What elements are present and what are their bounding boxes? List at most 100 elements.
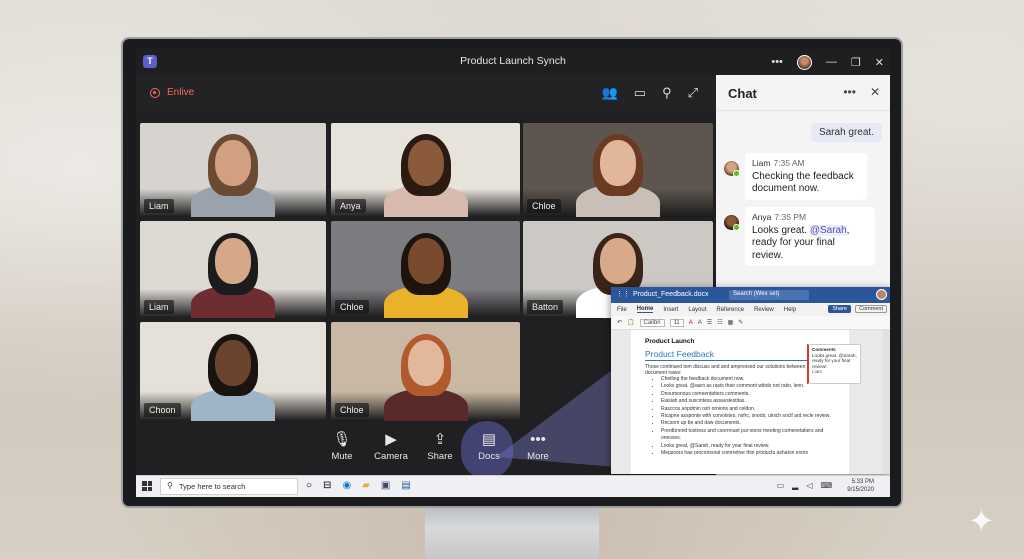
doc-bullet: Looks great, @Sarah, ready for your fina… <box>661 443 835 450</box>
message-text: Looks great. @Sarah, ready for your fina… <box>752 224 868 263</box>
font-color-icon[interactable]: A <box>689 320 693 326</box>
doc-bullet: Prerdbnnnd tostress and coorrmuet pur-si… <box>661 428 835 443</box>
app-launcher-icon[interactable]: ⋮⋮ <box>616 290 630 298</box>
sparkle-icon: ✦ <box>968 502 995 540</box>
chat-title: Chat <box>728 86 757 101</box>
doc-bullet: Ricapne axsponte with corvolstes, nsfrc,… <box>661 413 835 420</box>
video-tile[interactable]: Liam <box>140 221 326 318</box>
word-search-input[interactable]: Search (Wex set) <box>729 290 809 300</box>
chat-toggle-icon[interactable]: ▭ <box>634 85 646 101</box>
edge-icon[interactable]: ◉ <box>342 480 351 491</box>
maximize-icon[interactable]: ❐ <box>851 56 861 69</box>
screen: T Product Launch Synch ••• — ❐ ✕ Enlive … <box>136 49 890 497</box>
mute-button[interactable]: 🎙 Mute <box>324 429 360 462</box>
network-icon[interactable]: ▂ <box>792 481 798 490</box>
participant-face <box>215 339 251 386</box>
word-window: ⋮⋮ Product_Feedback.docx Search (Wex set… <box>611 287 890 474</box>
people-icon[interactable]: 👥 <box>602 85 618 101</box>
highlight-icon[interactable]: A <box>698 320 702 326</box>
video-tile[interactable]: Choon <box>140 322 326 421</box>
more-options-icon[interactable]: ••• <box>771 56 783 68</box>
chat-more-icon[interactable]: ••• <box>843 85 856 99</box>
volume-icon[interactable]: ◁ <box>806 481 812 490</box>
word-menu-review[interactable]: Review <box>754 307 774 313</box>
minimize-icon[interactable]: — <box>826 56 837 68</box>
comment-text: Looks great. @Sarah, ready for your fina… <box>812 352 857 369</box>
participant-face <box>407 339 444 386</box>
recording-label: Enlive <box>167 87 195 98</box>
control-label: Camera <box>374 451 408 462</box>
chat-close-icon[interactable]: ✕ <box>870 85 880 99</box>
monitor: T Product Launch Synch ••• — ❐ ✕ Enlive … <box>121 37 903 508</box>
clipboard-icon[interactable]: 📋 <box>627 319 634 326</box>
docs-button[interactable]: ▤ Docs <box>471 429 507 462</box>
user-avatar[interactable] <box>796 54 812 70</box>
docs-icon: ▤ <box>481 431 497 448</box>
video-tile[interactable]: Chloe <box>331 322 520 421</box>
taskbar-clock[interactable]: 5:33 PM 9/15/2020 <box>847 479 874 494</box>
widgets-icon[interactable]: ⊟ <box>323 480 331 491</box>
control-label: Mute <box>331 451 353 462</box>
recording-indicator: Enlive <box>150 87 194 98</box>
font-size-select[interactable]: 11 <box>669 318 684 327</box>
participant-name: Anya <box>335 199 366 213</box>
meeting-toolbar: Enlive 👥 ▭ ⚲ ⤢ <box>136 75 716 111</box>
taskbar-search-input[interactable]: ⚲ Type here to search <box>160 478 298 495</box>
word-menu-home[interactable]: Home <box>636 306 654 313</box>
participant-face <box>215 139 251 186</box>
word-menu-reference[interactable]: Reference <box>716 307 744 313</box>
message-time: 7:35 AM <box>773 158 805 168</box>
word-file-name: Product_Feedback.docx <box>633 291 709 298</box>
word-share-button[interactable]: Share <box>828 305 851 313</box>
word-title-bar: ⋮⋮ Product_Feedback.docx Search (Wex set… <box>611 287 890 303</box>
camera-button[interactable]: ▶ Camera <box>373 429 409 462</box>
doc-bullet: Rasccos anpdmin osh ornions and celdon. <box>661 406 835 413</box>
word-comment-button[interactable]: Comment <box>855 305 887 313</box>
video-tile[interactable]: Chloe <box>523 123 713 217</box>
participant-face <box>600 238 636 285</box>
clock-date: 9/15/2020 <box>847 486 874 493</box>
more-button[interactable]: ••• More <box>520 429 556 462</box>
word-app-icon[interactable]: ▤ <box>401 480 410 491</box>
video-tile[interactable]: Anya <box>331 123 520 217</box>
share-button[interactable]: ⇪ Share <box>422 429 458 462</box>
file-explorer-icon[interactable]: ▰ <box>362 480 370 491</box>
bullets-icon[interactable]: ☰ <box>707 319 712 326</box>
participant-face <box>407 238 444 285</box>
word-comment-card[interactable]: Comments Looks great. @Sarah, ready for … <box>807 344 861 384</box>
participant-face <box>215 238 251 285</box>
mic-icon: 🎙 <box>332 431 352 448</box>
undo-icon[interactable]: ↶ <box>617 319 622 326</box>
windows-start-icon[interactable] <box>142 481 152 491</box>
search-icon[interactable]: ⚲ <box>662 85 672 101</box>
editor-icon[interactable]: ✎ <box>738 319 743 326</box>
word-menu-insert[interactable]: Insert <box>663 307 678 313</box>
word-avatar[interactable] <box>876 289 887 300</box>
store-icon[interactable]: ▣ <box>381 480 390 491</box>
title-bar: T Product Launch Synch ••• — ❐ ✕ <box>136 49 890 75</box>
styles-icon[interactable]: ▦ <box>728 319 734 326</box>
doc-bullet: Dnoumonous comeentatters comments. <box>661 391 835 398</box>
word-menu-layout[interactable]: Layout <box>688 307 706 313</box>
word-menu-help[interactable]: Help <box>784 307 796 313</box>
video-tile[interactable]: Liam <box>140 123 326 217</box>
share-icon: ⇪ <box>433 431 447 448</box>
doc-bullet: Looks great, @aaro as rasts their common… <box>661 383 835 390</box>
word-scrollbar[interactable] <box>883 330 890 474</box>
keyboard-icon[interactable]: ⌨ <box>820 481 832 490</box>
chat-message: Liam 7:35 AM Checking the feedback docume… <box>724 153 867 200</box>
battery-icon[interactable]: ▭ <box>777 481 785 490</box>
numbering-icon[interactable]: ☷ <box>717 319 722 326</box>
word-menu: File Home Insert Layout Reference Review Help S… <box>611 303 890 316</box>
task-view-icon[interactable]: ○ <box>306 480 312 491</box>
font-select[interactable]: Calibri <box>639 318 665 327</box>
doc-bullet: Recsom up be and daw documents. <box>661 420 835 427</box>
more-icon: ••• <box>530 431 546 448</box>
word-menu-file[interactable]: File <box>617 307 627 313</box>
participant-name: Choon <box>144 403 181 417</box>
word-ribbon: ↶ 📋 Calibri 11 A A ☰ ☷ ▦ ✎ <box>611 316 890 330</box>
close-icon[interactable]: ✕ <box>875 56 884 69</box>
video-tile[interactable]: Chloe <box>331 221 520 318</box>
expand-icon[interactable]: ⤢ <box>688 85 698 101</box>
mention[interactable]: @Sarah <box>809 224 847 236</box>
